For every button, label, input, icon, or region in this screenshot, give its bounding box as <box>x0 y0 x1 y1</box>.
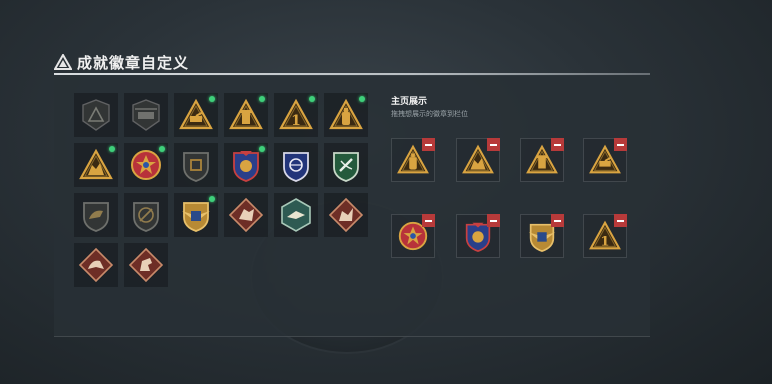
badge-grid: 1 <box>74 93 368 287</box>
remove-icon[interactable] <box>551 214 564 227</box>
showcase-hint: 拖拽想展示的徽章到栏位 <box>391 110 468 118</box>
badge-slot[interactable] <box>324 143 368 187</box>
gold-tri-tank-badge-icon <box>179 98 213 130</box>
remove-icon[interactable] <box>422 138 435 151</box>
new-indicator-dot <box>359 96 365 102</box>
new-indicator-dot <box>209 96 215 102</box>
showcase-slot[interactable] <box>456 138 500 182</box>
showcase-header: 主页展示 拖拽想展示的徽章到栏位 <box>391 94 468 119</box>
new-indicator-dot <box>159 146 165 152</box>
new-indicator-dot <box>259 96 265 102</box>
page-title: 成就徽章自定义 <box>77 53 190 72</box>
header-divider <box>54 73 650 75</box>
remove-icon[interactable] <box>422 214 435 227</box>
badge-slot[interactable] <box>124 193 168 237</box>
blue-shield-globe-badge-icon <box>283 152 309 182</box>
page-header: 成就徽章自定义 <box>54 52 189 72</box>
green-hex-bird-badge-icon <box>281 198 311 232</box>
badge-slot[interactable] <box>224 93 268 137</box>
gold-shield-wings-badge-icon <box>182 202 210 232</box>
gold-tri-bottle-badge-icon <box>329 98 363 130</box>
showcase-slot[interactable] <box>520 214 564 258</box>
new-indicator-dot <box>109 146 115 152</box>
showcase-slot[interactable] <box>520 138 564 182</box>
badge-slot[interactable] <box>74 93 118 137</box>
badge-slot[interactable]: 1 <box>274 93 318 137</box>
svg-text:1: 1 <box>600 234 609 249</box>
showcase-slot[interactable] <box>391 214 435 258</box>
new-indicator-dot <box>259 146 265 152</box>
badge-slot[interactable] <box>74 193 118 237</box>
badge-panel: 1 主页展示 拖拽想展示的徽章到栏位 1 <box>54 76 650 337</box>
red-diamond-wolf-badge-icon <box>228 197 264 233</box>
dark-shield-knife-badge-icon <box>133 202 159 232</box>
badge-slot[interactable] <box>124 93 168 137</box>
dark-heli-badge-icon <box>132 99 160 131</box>
gold-tri-bear-badge-icon <box>79 148 113 180</box>
badge-slot[interactable] <box>324 93 368 137</box>
dark-shield-badge-icon <box>82 99 110 131</box>
remove-icon[interactable] <box>487 138 500 151</box>
badge-slot[interactable] <box>274 143 318 187</box>
medal-star-badge-icon <box>131 150 161 180</box>
showcase-slot[interactable] <box>583 138 627 182</box>
gold-tri-one-badge-icon: 1 <box>279 98 313 130</box>
red-diamond-dragon-badge-icon <box>328 197 364 233</box>
dark-shield-wolf-badge-icon <box>83 202 109 232</box>
remove-icon[interactable] <box>614 138 627 151</box>
showcase-title: 主页展示 <box>391 97 428 107</box>
badge-slot[interactable] <box>174 193 218 237</box>
new-indicator-dot <box>209 196 215 202</box>
remove-icon[interactable] <box>487 214 500 227</box>
badge-slot[interactable] <box>224 143 268 187</box>
badge-slot[interactable] <box>74 143 118 187</box>
showcase-slot[interactable]: 1 <box>583 214 627 258</box>
badge-slot[interactable] <box>124 143 168 187</box>
triangle-logo-icon <box>54 54 72 70</box>
badge-slot[interactable] <box>324 193 368 237</box>
badge-slot[interactable] <box>224 193 268 237</box>
badge-slot[interactable] <box>174 143 218 187</box>
showcase-slot[interactable] <box>391 138 435 182</box>
green-shield-badge-icon <box>333 152 359 182</box>
dark-shield-hand-badge-icon <box>183 152 209 182</box>
remove-icon[interactable] <box>551 138 564 151</box>
red-diamond-horse-badge-icon <box>128 247 164 283</box>
red-diamond-beast-badge-icon <box>78 247 114 283</box>
badge-slot[interactable] <box>174 93 218 137</box>
gold-tri-tower-badge-icon <box>229 98 263 130</box>
remove-icon[interactable] <box>614 214 627 227</box>
badge-slot[interactable] <box>124 243 168 287</box>
blue-shield-star-badge-icon <box>233 151 259 182</box>
showcase-slot[interactable] <box>456 214 500 258</box>
new-indicator-dot <box>309 96 315 102</box>
badge-slot[interactable] <box>74 243 118 287</box>
svg-text:1: 1 <box>291 113 301 129</box>
badge-slot[interactable] <box>274 193 318 237</box>
